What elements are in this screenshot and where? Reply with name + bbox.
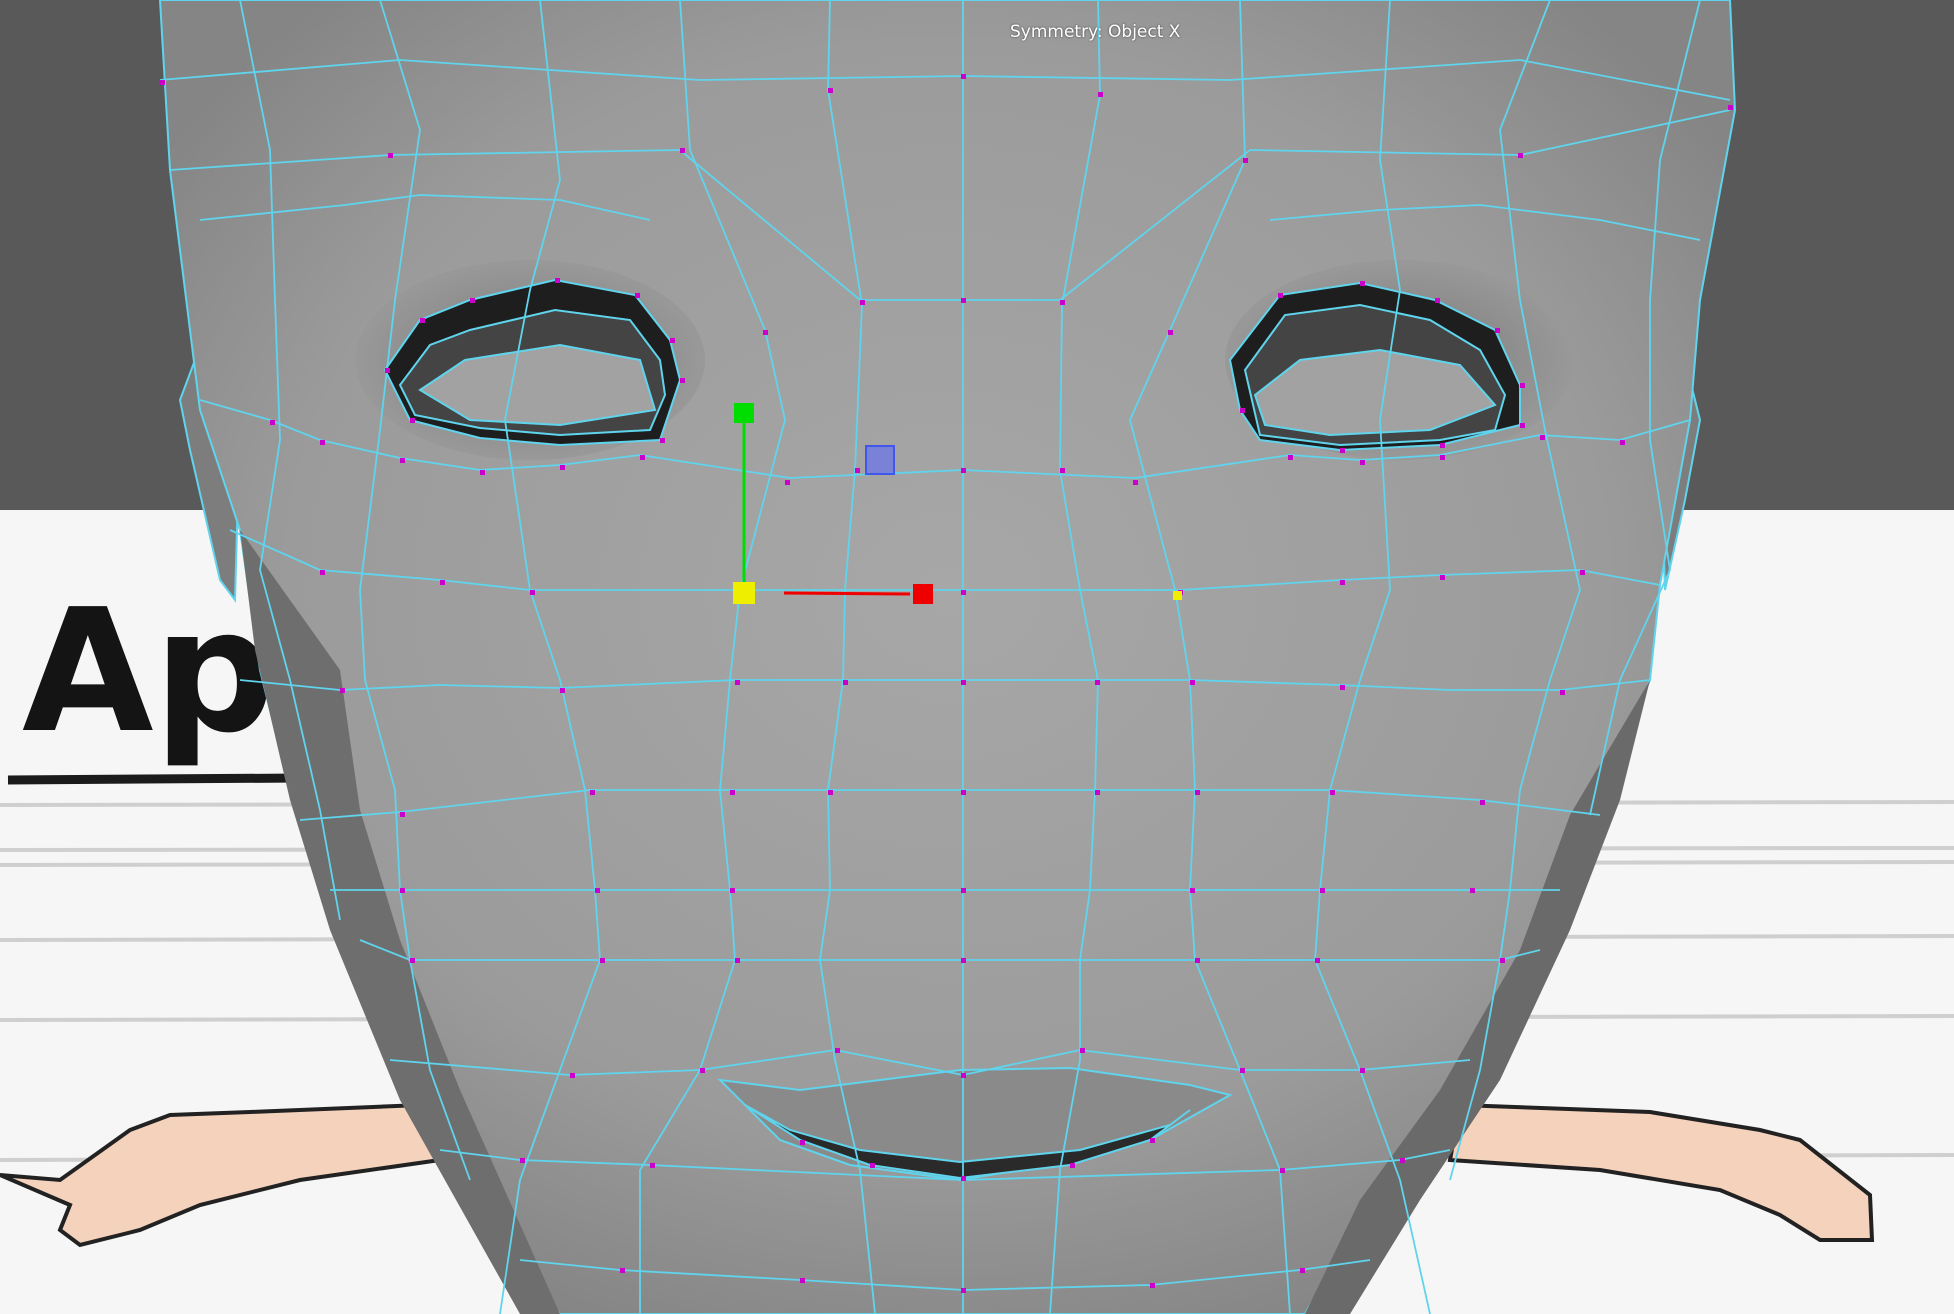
symmetry-vertex-icon [1173,591,1182,600]
manipulator-x-handle[interactable] [913,584,933,604]
symmetry-label: Symmetry: Object X [1010,22,1181,42]
viewport-canvas[interactable]: Apr [0,0,1954,1314]
manipulator-plane-handle[interactable] [865,445,895,475]
manipulator-center-handle[interactable] [733,582,755,604]
image-plane-underline [7,773,301,785]
maya-viewport[interactable]: Apr Symmetry: Object X [0,0,1954,1314]
manipulator-y-handle[interactable] [734,403,754,423]
manipulator-x-axis[interactable] [783,591,911,596]
